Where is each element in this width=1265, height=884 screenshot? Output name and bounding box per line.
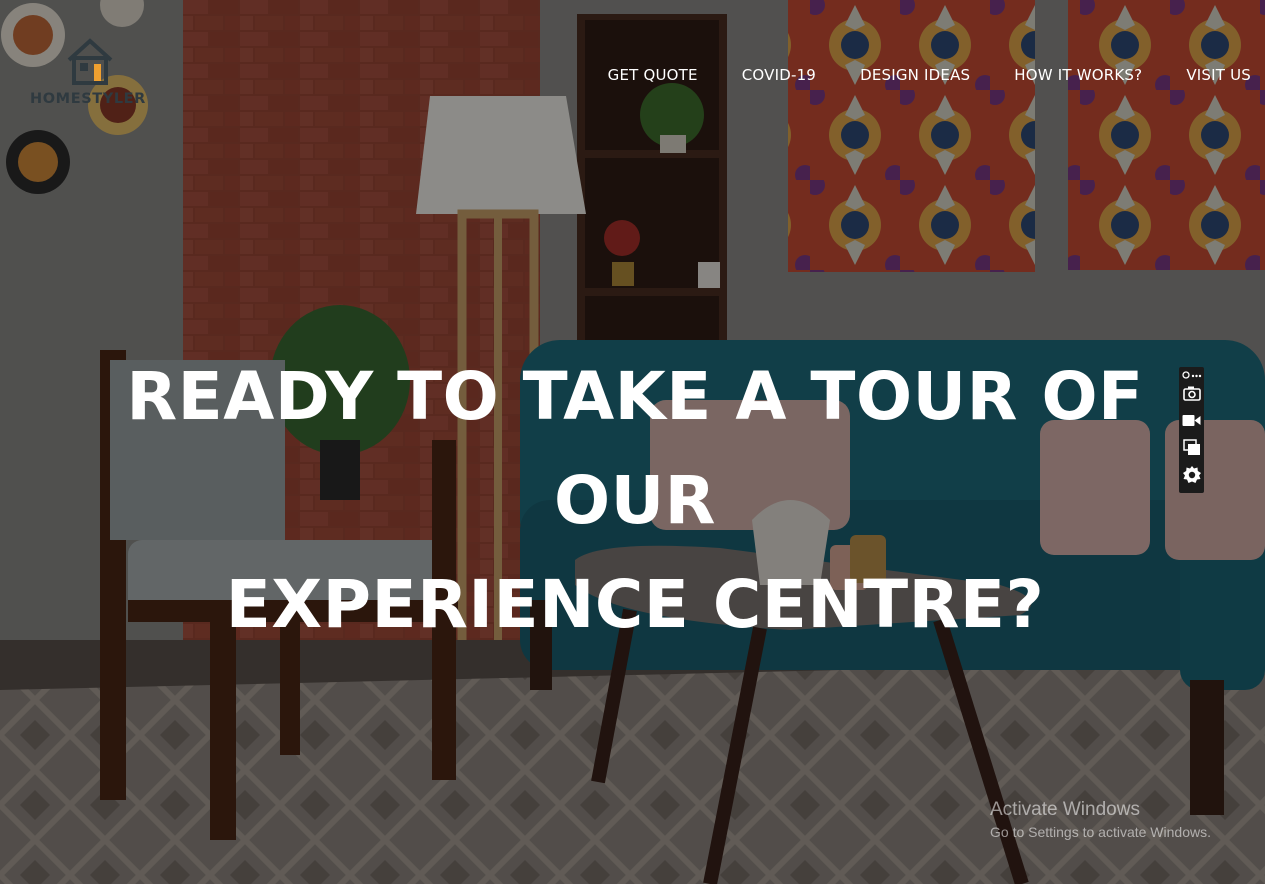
brand-name: HOMESTYLER: [30, 91, 146, 107]
watermark-title: Activate Windows: [990, 799, 1140, 820]
more-icon[interactable]: [1181, 367, 1202, 382]
watermark-subtitle: Go to Settings to activate Windows.: [990, 824, 1211, 840]
nav-get-quote[interactable]: GET QUOTE: [608, 66, 698, 84]
headline-line-1: READY TO TAKE A TOUR OF OUR: [126, 358, 1144, 539]
nav-design-ideas[interactable]: DESIGN IDEAS: [860, 66, 970, 84]
gear-icon[interactable]: [1181, 464, 1202, 485]
nav-visit-us[interactable]: VISIT US: [1186, 66, 1251, 84]
homestyler-logo[interactable]: HOMESTYLER: [30, 38, 155, 113]
windows-activation-watermark: Activate Windows Go to Settings to activ…: [990, 799, 1211, 840]
main-navigation: GET QUOTE COVID-19 DESIGN IDEAS HOW IT W…: [608, 66, 1251, 84]
nav-covid-19[interactable]: COVID-19: [742, 66, 816, 84]
camera-icon[interactable]: [1181, 383, 1202, 404]
window-icon[interactable]: [1181, 437, 1202, 458]
capture-toolbar: [1179, 367, 1204, 493]
hero-headline: READY TO TAKE A TOUR OF OUR EXPERIENCE C…: [60, 345, 1210, 657]
house-icon: [67, 38, 113, 85]
video-icon[interactable]: [1181, 410, 1202, 431]
headline-line-2: EXPERIENCE CENTRE?: [225, 566, 1045, 643]
nav-how-it-works[interactable]: HOW IT WORKS?: [1014, 66, 1142, 84]
